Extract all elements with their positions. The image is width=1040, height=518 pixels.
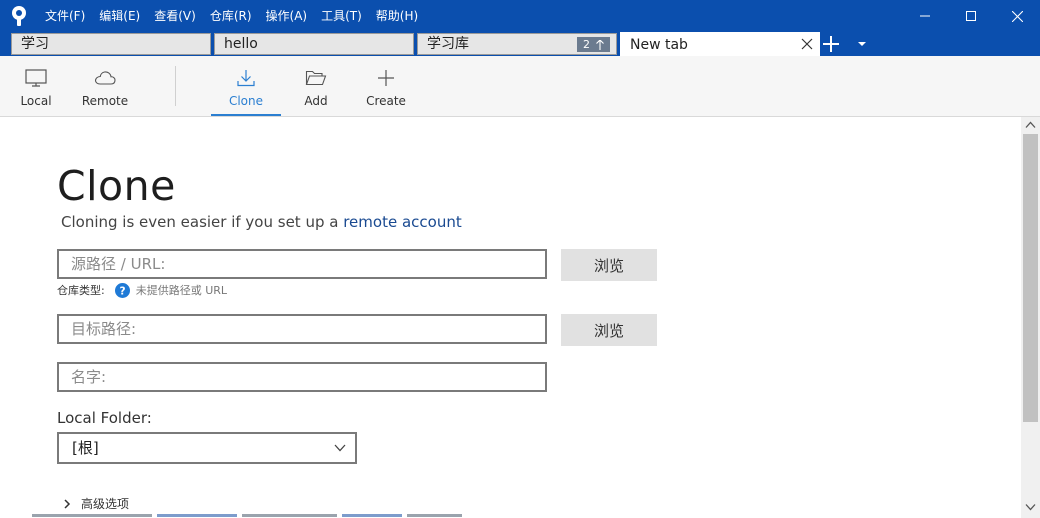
window-controls bbox=[902, 0, 1040, 32]
tab-list-chevron-down-icon[interactable] bbox=[857, 40, 867, 48]
name-input[interactable]: 名字: bbox=[57, 362, 547, 392]
arrow-up-icon bbox=[596, 39, 604, 50]
local-label: Local bbox=[20, 94, 52, 108]
repo-type-hint: 未提供路径或 URL bbox=[135, 284, 228, 297]
monitor-icon bbox=[25, 69, 47, 87]
tab-close-icon[interactable] bbox=[801, 38, 813, 50]
maximize-button[interactable] bbox=[948, 0, 994, 32]
download-arrow-icon bbox=[237, 70, 255, 87]
menu-repository[interactable]: 仓库(R) bbox=[203, 0, 259, 32]
tab-label: hello bbox=[224, 36, 258, 52]
help-question-icon: ? bbox=[114, 282, 130, 298]
repo-type-label: 仓库类型: bbox=[57, 284, 105, 297]
remote-account-link[interactable]: remote account bbox=[343, 213, 462, 231]
clipped-text-decoration bbox=[32, 514, 462, 517]
tab-label: New tab bbox=[630, 37, 688, 53]
svg-text:?: ? bbox=[119, 285, 125, 297]
new-tab-plus-icon[interactable] bbox=[822, 35, 840, 53]
scroll-up-arrow-icon[interactable] bbox=[1025, 121, 1036, 129]
clone-label: Clone bbox=[228, 94, 264, 108]
local-folder-label: Local Folder: bbox=[57, 409, 152, 427]
name-placeholder: 名字: bbox=[71, 368, 107, 386]
browse-destination-button[interactable]: 浏览 bbox=[561, 314, 657, 346]
vertical-scrollbar[interactable] bbox=[1021, 117, 1040, 518]
chevron-down-icon bbox=[334, 444, 346, 452]
scroll-down-arrow-icon[interactable] bbox=[1025, 503, 1036, 511]
title-bar: 文件(F) 编辑(E) 查看(V) 仓库(R) 操作(A) 工具(T) 帮助(H… bbox=[0, 0, 1040, 32]
toolbar: Local Remote Clone Add Create bbox=[0, 56, 1040, 117]
destination-path-placeholder: 目标路径: bbox=[71, 320, 137, 338]
advanced-options-toggle[interactable]: 高级选项 bbox=[63, 495, 129, 512]
push-count-badge: 2 bbox=[577, 37, 610, 52]
toolbar-divider bbox=[175, 66, 176, 106]
repo-type-row: 仓库类型: ? 未提供路径或 URL bbox=[57, 282, 227, 298]
minimize-button[interactable] bbox=[902, 0, 948, 32]
create-button[interactable]: Create bbox=[351, 56, 421, 116]
menu-edit[interactable]: 编辑(E) bbox=[92, 0, 147, 32]
clone-subtitle: Cloning is even easier if you set up a r… bbox=[61, 213, 462, 231]
tab-repo-xuexiku[interactable]: 学习库 2 bbox=[417, 33, 617, 55]
plus-icon bbox=[378, 70, 394, 86]
tab-repo-hello[interactable]: hello bbox=[214, 33, 414, 55]
clone-panel: Clone Cloning is even easier if you set … bbox=[0, 118, 1021, 518]
remote-label: Remote bbox=[81, 94, 129, 108]
menu-bar: 文件(F) 编辑(E) 查看(V) 仓库(R) 操作(A) 工具(T) 帮助(H… bbox=[38, 0, 425, 32]
subtitle-text: Cloning is even easier if you set up a bbox=[61, 213, 344, 231]
add-label: Add bbox=[304, 94, 328, 108]
menu-view[interactable]: 查看(V) bbox=[147, 0, 203, 32]
tab-label: 学习库 bbox=[427, 36, 469, 52]
maximize-icon bbox=[966, 11, 976, 21]
tab-strip: 学习 hello 学习库 2 New tab bbox=[0, 32, 1040, 56]
menu-file[interactable]: 文件(F) bbox=[38, 0, 92, 32]
close-window-button[interactable] bbox=[994, 0, 1040, 32]
source-url-placeholder: 源路径 / URL: bbox=[71, 255, 166, 273]
tab-repo-xuexi[interactable]: 学习 bbox=[11, 33, 211, 55]
source-url-input[interactable]: 源路径 / URL: bbox=[57, 249, 547, 279]
cloud-icon bbox=[94, 71, 116, 85]
scrollbar-thumb[interactable] bbox=[1023, 134, 1038, 422]
minimize-icon bbox=[920, 15, 930, 17]
create-label: Create bbox=[366, 94, 406, 108]
destination-path-input[interactable]: 目标路径: bbox=[57, 314, 547, 344]
sourcetree-logo-icon[interactable] bbox=[8, 5, 30, 27]
close-icon bbox=[1011, 10, 1023, 22]
tab-label: 学习 bbox=[21, 36, 49, 52]
local-folder-select[interactable]: [根] bbox=[57, 432, 357, 464]
add-button[interactable]: Add bbox=[281, 56, 351, 116]
clone-button[interactable]: Clone bbox=[211, 56, 281, 116]
remote-button[interactable]: Remote bbox=[70, 56, 140, 116]
local-button[interactable]: Local bbox=[1, 56, 71, 116]
tab-new-tab[interactable]: New tab bbox=[620, 32, 820, 56]
menu-actions[interactable]: 操作(A) bbox=[259, 0, 315, 32]
advanced-options-label: 高级选项 bbox=[81, 497, 130, 511]
chevron-right-icon bbox=[64, 498, 71, 509]
folder-open-icon bbox=[305, 70, 327, 86]
badge-count: 2 bbox=[583, 38, 590, 51]
menu-tools[interactable]: 工具(T) bbox=[314, 0, 369, 32]
menu-help[interactable]: 帮助(H) bbox=[369, 0, 425, 32]
browse-source-button[interactable]: 浏览 bbox=[561, 249, 657, 281]
local-folder-value: [根] bbox=[72, 439, 99, 457]
page-title: Clone bbox=[57, 162, 176, 210]
